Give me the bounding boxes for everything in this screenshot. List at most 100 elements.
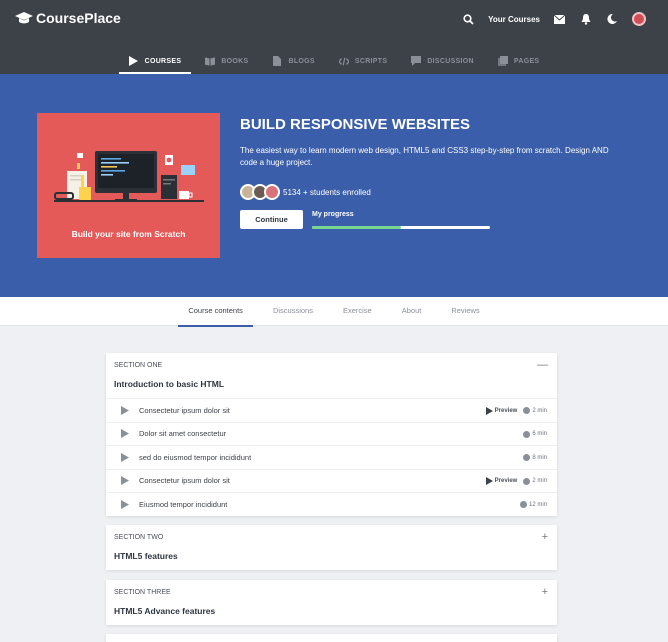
course-description: The easiest way to learn modern web desi…: [240, 146, 609, 167]
clock-icon: [523, 477, 531, 485]
lesson-meta: Preview 2 min: [485, 399, 547, 422]
section-card: SECTION THREE HTML5 Advance features +: [106, 580, 557, 625]
student-avatar: [264, 184, 280, 200]
nav-item-books[interactable]: BOOKS: [193, 48, 260, 74]
section-label: SECTION THREE: [114, 589, 171, 596]
enrolled-students: 5134 + students enrolled: [240, 184, 371, 200]
lesson-meta: Preview 2 min: [485, 470, 547, 493]
tab-about[interactable]: About: [392, 297, 432, 326]
nav-item-discussion[interactable]: DISCUSSION: [399, 48, 486, 74]
lesson-row[interactable]: Dolor sit amet consectetur 6 min: [106, 421, 557, 446]
play-icon: [129, 56, 139, 66]
graduation-cap-icon: [15, 12, 33, 24]
main-nav: COURSES BOOKS BLOGS SCRIPTS DISCUSSION PAGES: [0, 48, 668, 74]
preview-link[interactable]: Preview: [485, 477, 518, 485]
top-header: CoursePlace Your Courses COURSES BOOKS BLO…: [0, 0, 668, 74]
nav-label: SCRIPTS: [354, 57, 388, 65]
lesson-row[interactable]: Eiusmod tempor incididunt 12 min: [106, 492, 557, 516]
progress-label: My progress: [312, 211, 354, 218]
duration-text: 12 min: [528, 501, 547, 508]
header-actions: Your Courses: [449, 10, 646, 28]
lesson-row[interactable]: Consectetur ipsum dolor sit Preview 2 min: [106, 398, 557, 422]
section-card: SECTION ONE Introduction to basic HTML —…: [106, 353, 557, 516]
lesson-duration: 2 min: [523, 407, 547, 414]
preview-label: Preview: [494, 478, 518, 484]
nav-item-courses[interactable]: COURSES: [117, 48, 194, 74]
duration-text: 2 min: [532, 407, 547, 414]
moon-icon[interactable]: [605, 13, 618, 26]
continue-button[interactable]: Continue: [240, 210, 303, 229]
lesson-title: Eiusmod tempor incididunt: [139, 499, 228, 509]
nav-label: PAGES: [513, 57, 540, 65]
workspace-illustration-icon: [54, 151, 204, 202]
duration-text: 6 min: [532, 431, 547, 437]
lesson-list: Consectetur ipsum dolor sit Preview 2 min D…: [106, 398, 557, 516]
play-icon: [485, 477, 493, 485]
section-title: HTML5 Advance features: [114, 606, 216, 616]
section-header[interactable]: SECTION ONE Introduction to basic HTML —: [106, 353, 557, 398]
nav-item-blogs[interactable]: BLOGS: [260, 48, 326, 74]
bell-icon[interactable]: [579, 13, 592, 26]
course-hero: Build your site from Scratch BUILD RESPO…: [0, 74, 668, 297]
section-title: HTML5 features: [114, 551, 178, 561]
duration-text: 2 min: [532, 478, 547, 484]
section-header[interactable]: SECTION TWO HTML5 features +: [106, 525, 557, 570]
preview-link[interactable]: Preview: [485, 406, 518, 415]
section-label: SECTION ONE: [114, 362, 163, 369]
play-icon: [121, 429, 129, 439]
play-icon: [485, 406, 493, 415]
brand-logo[interactable]: CoursePlace: [15, 10, 121, 26]
collapse-icon[interactable]: —: [537, 359, 548, 371]
lesson-duration: 12 min: [519, 501, 547, 508]
duration-text: 8 min: [532, 454, 547, 461]
lesson-title: sed do eiusmod tempor incididunt: [139, 452, 252, 462]
preview-label: Preview: [494, 407, 518, 414]
document-icon: [272, 56, 282, 66]
course-thumbnail: Build your site from Scratch: [37, 113, 220, 258]
expand-icon[interactable]: +: [542, 531, 548, 543]
tab-discussions[interactable]: Discussions: [263, 297, 323, 326]
book-icon: [205, 56, 216, 66]
tab-course-contents[interactable]: Course contents: [178, 297, 253, 327]
nav-label: BLOGS: [288, 57, 315, 65]
expand-icon[interactable]: +: [542, 586, 548, 598]
nav-label: COURSES: [144, 57, 182, 65]
section-header[interactable]: SECTION THREE HTML5 Advance features +: [106, 580, 557, 625]
course-title: BUILD RESPONSIVE WEBSITES: [240, 116, 471, 133]
play-icon: [121, 405, 129, 415]
students-count: 5134 + students enrolled: [283, 187, 371, 197]
lesson-meta: 12 min: [519, 493, 547, 516]
progress-bar: [312, 226, 490, 229]
tab-exercise[interactable]: Exercise: [333, 297, 382, 326]
nav-label: DISCUSSION: [427, 57, 474, 65]
play-icon: [121, 452, 129, 462]
section-label: SECTION TWO: [114, 534, 164, 541]
clock-icon: [519, 501, 527, 508]
section-card: [106, 634, 557, 642]
code-icon: [338, 56, 349, 66]
play-icon: [121, 499, 129, 509]
search-icon[interactable]: [462, 13, 475, 26]
lesson-meta: 8 min: [523, 446, 547, 469]
lesson-row[interactable]: Consectetur ipsum dolor sit Preview 2 min: [106, 468, 557, 493]
thumbnail-caption: Build your site from Scratch: [71, 229, 186, 239]
lesson-row[interactable]: sed do eiusmod tempor incididunt 8 min: [106, 445, 557, 469]
pages-icon: [497, 56, 508, 66]
progress-fill: [312, 226, 401, 229]
brand-name: CoursePlace: [36, 10, 121, 26]
lesson-duration: 2 min: [523, 477, 547, 485]
nav-item-scripts[interactable]: SCRIPTS: [327, 48, 399, 74]
clock-icon: [523, 407, 531, 414]
lesson-title: Consectetur ipsum dolor sit: [139, 405, 230, 415]
your-courses-link[interactable]: Your Courses: [488, 15, 540, 24]
lesson-title: Dolor sit amet consectetur: [139, 429, 227, 439]
clock-icon: [523, 454, 531, 461]
course-tabs: Course contents Discussions Exercise About R…: [0, 297, 668, 327]
play-icon: [121, 476, 129, 486]
lesson-duration: 8 min: [523, 454, 547, 461]
tab-reviews[interactable]: Reviews: [441, 297, 489, 326]
lesson-duration: 6 min: [523, 430, 547, 438]
user-avatar[interactable]: [632, 12, 646, 26]
nav-item-pages[interactable]: PAGES: [486, 48, 552, 74]
mail-icon[interactable]: [553, 13, 566, 26]
